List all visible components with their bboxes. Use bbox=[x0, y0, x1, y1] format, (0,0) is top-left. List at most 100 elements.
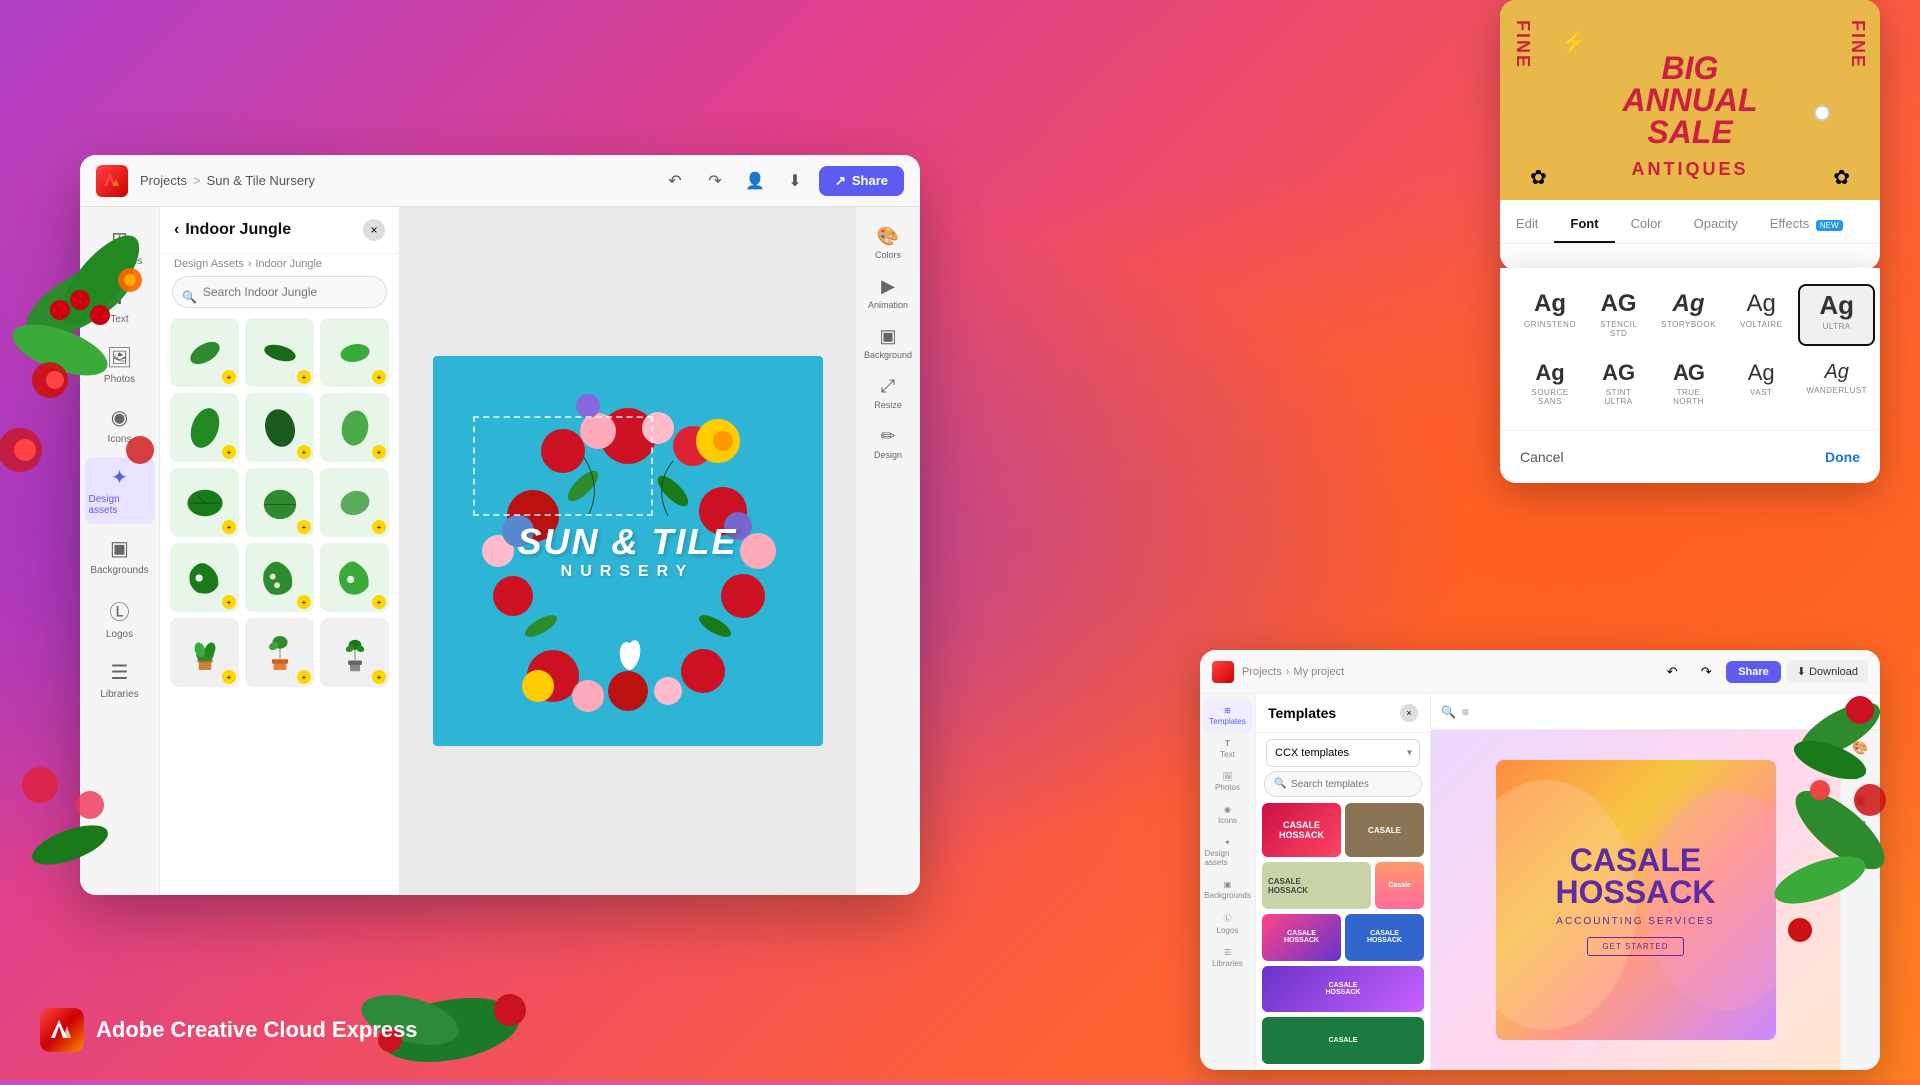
tool-background[interactable]: ▣ Background bbox=[860, 319, 916, 367]
font-item-stint-ultra[interactable]: AG STINT ULTRA bbox=[1592, 354, 1645, 414]
template-thumb-3a[interactable]: CASALEHOSSACK bbox=[1262, 914, 1341, 961]
font-item-storybook[interactable]: Ag STORYBOOK bbox=[1653, 284, 1724, 346]
canvas-design: SUN & TILE NURSERY bbox=[433, 356, 823, 746]
tab-font[interactable]: Font bbox=[1554, 206, 1614, 243]
template-undo-button[interactable]: ↶ bbox=[1658, 658, 1686, 686]
template-thumb-2a[interactable]: CASALE HOSSACK bbox=[1262, 862, 1371, 909]
preview-get-started-button[interactable]: GET STARTED bbox=[1587, 937, 1683, 956]
preview-tool-resize[interactable]: ⤢ bbox=[1851, 814, 1869, 838]
asset-item[interactable]: + bbox=[245, 318, 314, 387]
font-cancel-button[interactable]: Cancel bbox=[1520, 443, 1564, 471]
asset-panel-header: ‹ Indoor Jungle × bbox=[160, 207, 399, 254]
template-sidebar-item-templates[interactable]: ⊞ Templates bbox=[1203, 700, 1253, 732]
template-breadcrumb-projects: Projects bbox=[1242, 666, 1282, 678]
font-item-vast[interactable]: Ag VAST bbox=[1732, 354, 1790, 414]
asset-item[interactable]: + bbox=[170, 468, 239, 537]
sidebar-item-photos[interactable]: 🖼 Photos bbox=[85, 337, 155, 393]
template-sidebar-item-logos[interactable]: Ⓛ Logos bbox=[1203, 907, 1253, 941]
tool-design[interactable]: ✏ Design bbox=[860, 419, 916, 467]
asset-item[interactable]: + bbox=[170, 318, 239, 387]
canvas-wrapper: SUN & TILE NURSERY bbox=[433, 356, 823, 746]
preview-right-tools: 🎨 ▶ ▣ ⤢ ✏ bbox=[1840, 730, 1880, 1070]
sidebar-item-icons[interactable]: ◉ Icons bbox=[85, 397, 155, 453]
font-preview-stencil: AG bbox=[1601, 292, 1637, 316]
undo-button[interactable]: ↶ bbox=[659, 165, 691, 197]
font-done-button[interactable]: Done bbox=[1825, 443, 1860, 471]
sidebar-item-templates[interactable]: ⊞ Templates bbox=[85, 219, 155, 275]
template-thumb-2b[interactable]: Casale bbox=[1375, 862, 1424, 909]
preview-tool-colors[interactable]: 🎨 bbox=[1848, 736, 1872, 760]
template-thumb-1b[interactable]: CASALE bbox=[1345, 803, 1424, 857]
font-item-grinsteno[interactable]: Ag GRINSTENO bbox=[1516, 284, 1584, 346]
preview-tool-design[interactable]: ✏ bbox=[1851, 840, 1870, 864]
sidebar-item-logos[interactable]: Ⓛ Logos bbox=[85, 588, 155, 648]
asset-panel-close-button[interactable]: × bbox=[363, 219, 385, 241]
asset-item[interactable]: + bbox=[320, 318, 389, 387]
asset-item[interactable]: + bbox=[245, 543, 314, 612]
tab-edit[interactable]: Edit bbox=[1500, 206, 1554, 243]
libraries-icon: ☰ bbox=[111, 660, 129, 685]
tool-animation[interactable]: ▶ Animation bbox=[860, 269, 916, 317]
tab-color[interactable]: Color bbox=[1615, 206, 1678, 243]
asset-item[interactable]: + bbox=[245, 618, 314, 687]
font-item-true-north[interactable]: AG TRUE NORTH bbox=[1653, 354, 1724, 414]
font-item-wanderlust[interactable]: Ag WANDERLUST bbox=[1798, 354, 1875, 414]
preview-menu-icon: ≡ bbox=[1462, 705, 1469, 719]
template-sidebar-item-libraries[interactable]: ☰ Libraries bbox=[1203, 942, 1253, 974]
asset-item[interactable]: + bbox=[320, 468, 389, 537]
asset-badge: + bbox=[222, 370, 236, 384]
canvas[interactable]: SUN & TILE NURSERY bbox=[433, 356, 823, 746]
template-search-input[interactable] bbox=[1264, 771, 1422, 797]
download-button[interactable]: ⬇ bbox=[779, 165, 811, 197]
sidebar-item-libraries[interactable]: ☰ Libraries bbox=[85, 652, 155, 708]
font-name-voltaire: VOLTAIRE bbox=[1740, 320, 1782, 329]
asset-item[interactable]: + bbox=[170, 618, 239, 687]
template-sidebar-item-design-assets[interactable]: ✦ Design assets bbox=[1203, 832, 1253, 873]
template-share-button[interactable]: Share bbox=[1726, 661, 1781, 683]
breadcrumb-project[interactable]: Sun & Tile Nursery bbox=[207, 173, 315, 188]
share-button[interactable]: ↗ Share bbox=[819, 166, 904, 196]
tab-effects[interactable]: Effects NEW bbox=[1754, 206, 1859, 243]
template-redo-button[interactable]: ↷ bbox=[1692, 658, 1720, 686]
asset-item[interactable]: + bbox=[170, 393, 239, 462]
asset-item[interactable]: + bbox=[170, 543, 239, 612]
template-thumb-4[interactable]: CASALEHOSSACK bbox=[1262, 966, 1424, 1013]
asset-item[interactable]: + bbox=[320, 393, 389, 462]
font-item-source-sans[interactable]: Ag SOURCE SANS bbox=[1516, 354, 1584, 414]
tab-opacity[interactable]: Opacity bbox=[1678, 206, 1754, 243]
template-sidebar-item-photos[interactable]: 🖼 Photos bbox=[1203, 766, 1253, 798]
template-body: ⊞ Templates T Text 🖼 Photos ◉ Icons ✦ De… bbox=[1200, 694, 1880, 1070]
asset-search-input[interactable] bbox=[172, 276, 387, 308]
sidebar-item-backgrounds[interactable]: ▣ Backgrounds bbox=[85, 528, 155, 584]
back-arrow-icon[interactable]: ‹ bbox=[174, 221, 179, 239]
tool-resize[interactable]: ⤢ Resize bbox=[860, 369, 916, 417]
template-download-button[interactable]: ⬇ Download bbox=[1787, 660, 1868, 683]
template-sidebar-item-backgrounds[interactable]: ▣ Backgrounds bbox=[1203, 874, 1253, 906]
font-item-voltaire[interactable]: Ag VOLTAIRE bbox=[1732, 284, 1790, 346]
font-item-stencil[interactable]: AG STENCIL STD bbox=[1592, 284, 1645, 346]
template-thumb-3b[interactable]: CASALEHOSSACK bbox=[1345, 914, 1424, 961]
template-thumb-5[interactable]: CASALE bbox=[1262, 1017, 1424, 1064]
template-sidebar-item-icons[interactable]: ◉ Icons bbox=[1203, 799, 1253, 831]
tool-colors[interactable]: 🎨 Colors bbox=[860, 219, 916, 267]
sidebar-item-text[interactable]: T Text bbox=[85, 279, 155, 333]
template-thumb-1a[interactable]: CASALE HOSSACK bbox=[1262, 803, 1341, 857]
sidebar-item-design-assets[interactable]: ✦ Design assets bbox=[85, 457, 155, 524]
profile-button[interactable]: 👤 bbox=[739, 165, 771, 197]
breadcrumb-projects[interactable]: Projects bbox=[140, 173, 187, 188]
redo-button[interactable]: ↷ bbox=[699, 165, 731, 197]
preview-tool-animation[interactable]: ▶ bbox=[1852, 762, 1870, 786]
template-panel-close-button[interactable]: × bbox=[1400, 704, 1418, 722]
template-dropdown[interactable]: CCX templates bbox=[1266, 739, 1420, 767]
asset-item[interactable]: + bbox=[320, 543, 389, 612]
asset-item[interactable]: + bbox=[245, 393, 314, 462]
template-sidebar-item-text[interactable]: T Text bbox=[1203, 733, 1253, 765]
preview-hossack-title: HOSSACK bbox=[1555, 876, 1715, 908]
asset-item[interactable]: + bbox=[320, 618, 389, 687]
font-item-ultra[interactable]: Ag ULTRA bbox=[1798, 284, 1875, 346]
font-grid: Ag GRINSTENO AG STENCIL STD Ag STORYBOOK… bbox=[1500, 268, 1880, 430]
preview-tool-background[interactable]: ▣ bbox=[1850, 788, 1870, 812]
asset-item[interactable]: + bbox=[245, 468, 314, 537]
asset-badge: + bbox=[372, 370, 386, 384]
asset-search-wrapper: 🔍 bbox=[160, 276, 399, 318]
